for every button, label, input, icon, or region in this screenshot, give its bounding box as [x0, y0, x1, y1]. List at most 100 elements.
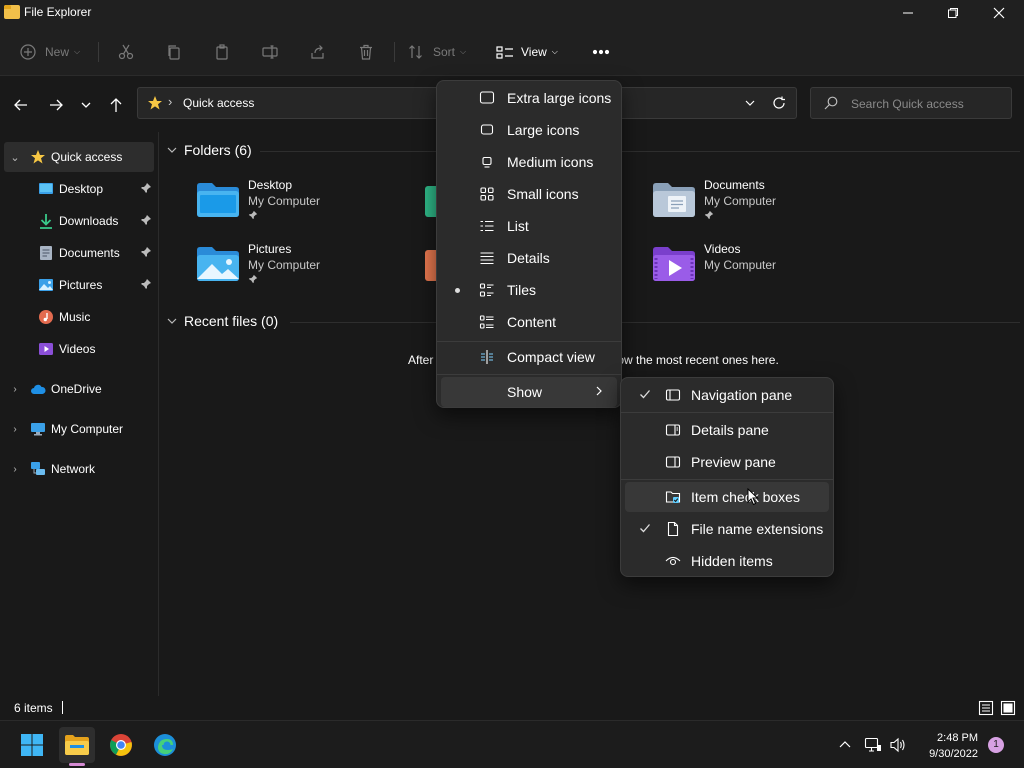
sidebar-item-music[interactable]: Music	[4, 302, 154, 332]
desktop-folder-icon	[197, 183, 239, 217]
sidebar-item-desktop[interactable]: Desktop	[4, 174, 154, 204]
menu-item-details[interactable]: Details	[441, 243, 617, 273]
tile-downloads-partial[interactable]	[424, 176, 436, 232]
tile-location: My Computer	[704, 258, 777, 272]
sidebar-item-network[interactable]: › Network	[4, 454, 154, 484]
chevron-down-icon[interactable]: ⌄	[10, 151, 20, 164]
checkmark-icon	[640, 524, 650, 533]
network-icon	[31, 462, 45, 475]
menu-item-hidden-items[interactable]: Hidden items	[625, 546, 829, 576]
recent-section-header[interactable]: Recent files (0)	[166, 313, 278, 329]
taskbar-chrome[interactable]	[103, 727, 139, 763]
tiles-icon	[479, 283, 494, 297]
chevron-down-icon	[167, 147, 177, 153]
chevron-down-icon[interactable]	[744, 97, 756, 109]
copy-button[interactable]	[166, 40, 182, 64]
tile-videos[interactable]: Videos My Computer	[652, 240, 852, 296]
tile-pictures[interactable]: Pictures My Computer	[196, 240, 396, 296]
folders-header-label: Folders (6)	[184, 142, 252, 158]
download-arrow-icon	[40, 214, 52, 229]
menu-item-label: Hidden items	[691, 553, 773, 569]
chevron-up-icon[interactable]	[838, 738, 852, 752]
menu-item-compact-view[interactable]: Compact view	[441, 342, 617, 372]
sidebar-item-documents[interactable]: Documents	[4, 238, 154, 268]
forward-arrow-icon[interactable]	[47, 96, 65, 114]
sidebar-item-quick-access[interactable]: ⌄ Quick access	[4, 142, 154, 172]
volume-icon[interactable]	[889, 736, 907, 754]
file-explorer-icon	[4, 5, 20, 19]
tile-desktop[interactable]: Desktop My Computer	[196, 176, 396, 232]
refresh-icon[interactable]	[772, 96, 786, 110]
preview-pane-icon	[665, 456, 681, 468]
see-more-button[interactable]	[592, 40, 610, 64]
minimize-button[interactable]	[885, 0, 931, 28]
share-button[interactable]	[310, 40, 326, 64]
cut-button[interactable]	[118, 40, 134, 64]
details-icon	[480, 252, 494, 265]
pin-icon[interactable]	[140, 246, 152, 258]
menu-item-medium-icons[interactable]: Medium icons	[441, 147, 617, 177]
chevron-right-icon[interactable]: ›	[10, 384, 20, 395]
search-input[interactable]	[851, 97, 1001, 111]
sidebar-item-downloads[interactable]: Downloads	[4, 206, 154, 236]
pin-icon[interactable]	[140, 182, 152, 194]
music-icon	[39, 310, 53, 324]
chevron-right-icon[interactable]: ›	[10, 424, 20, 435]
menu-item-navigation-pane[interactable]: Navigation pane	[625, 380, 829, 410]
menu-item-tiles[interactable]: Tiles	[441, 275, 617, 305]
divider	[394, 42, 395, 62]
menu-item-details-pane[interactable]: Details pane	[625, 415, 829, 445]
status-separator	[62, 701, 63, 714]
search-icon	[824, 96, 838, 110]
chevron-right-icon[interactable]: ›	[10, 464, 20, 475]
taskbar-edge[interactable]	[147, 727, 183, 763]
menu-item-extra-large-icons[interactable]: Extra large icons	[441, 83, 617, 113]
recent-locations-chevron-icon[interactable]	[79, 96, 93, 114]
details-view-icon[interactable]	[978, 700, 994, 716]
share-icon	[311, 45, 324, 59]
tile-documents[interactable]: Documents My Computer	[652, 176, 852, 232]
menu-item-list[interactable]: List	[441, 211, 617, 241]
menu-item-large-icons[interactable]: Large icons	[441, 115, 617, 145]
tiles-view-icon[interactable]	[1000, 700, 1016, 716]
paste-button[interactable]	[214, 40, 230, 64]
chevron-down-icon	[167, 318, 177, 324]
new-button[interactable]: New ⌵	[20, 40, 80, 64]
medium-icons-icon	[482, 156, 492, 168]
rename-button[interactable]	[262, 40, 278, 64]
breadcrumb-quick-access[interactable]: Quick access	[183, 96, 254, 110]
small-icons-icon	[480, 187, 494, 201]
view-button[interactable]: View ⌵	[496, 40, 558, 64]
document-icon	[40, 246, 52, 260]
search-box[interactable]	[810, 87, 1012, 119]
menu-item-content[interactable]: Content	[441, 307, 617, 337]
delete-button[interactable]	[358, 40, 374, 64]
sidebar-item-my-computer[interactable]: › My Computer	[4, 414, 154, 444]
up-arrow-icon[interactable]	[107, 96, 125, 114]
folders-section-header[interactable]: Folders (6)	[166, 142, 252, 158]
maximize-button[interactable]	[930, 0, 976, 28]
videos-folder-icon	[653, 247, 695, 281]
breadcrumb-chevron-icon[interactable]: ›	[168, 94, 172, 109]
sidebar-item-onedrive[interactable]: › OneDrive	[4, 374, 154, 404]
menu-item-small-icons[interactable]: Small icons	[441, 179, 617, 209]
notification-badge[interactable]: 1	[988, 737, 1004, 753]
network-status-icon[interactable]	[864, 736, 882, 754]
sort-button[interactable]: Sort ⌵	[408, 40, 466, 64]
tile-music-partial[interactable]	[424, 240, 436, 296]
pin-icon[interactable]	[140, 278, 152, 290]
sidebar-item-videos[interactable]: Videos	[4, 334, 154, 364]
menu-item-show[interactable]: Show	[441, 377, 617, 407]
menu-item-file-name-extensions[interactable]: File name extensions	[625, 514, 829, 544]
sidebar-item-pictures[interactable]: Pictures	[4, 270, 154, 300]
clock[interactable]: 2:48 PM 9/30/2022	[910, 730, 978, 762]
status-bar: 6 items	[0, 696, 1024, 720]
start-button[interactable]	[14, 727, 50, 763]
menu-item-preview-pane[interactable]: Preview pane	[625, 447, 829, 477]
close-button[interactable]	[976, 0, 1022, 28]
pin-icon[interactable]	[140, 214, 152, 226]
back-arrow-icon[interactable]	[12, 96, 30, 114]
taskbar-file-explorer[interactable]	[59, 727, 95, 763]
eye-icon	[665, 556, 681, 566]
menu-item-item-check-boxes[interactable]: Item check boxes	[625, 482, 829, 512]
